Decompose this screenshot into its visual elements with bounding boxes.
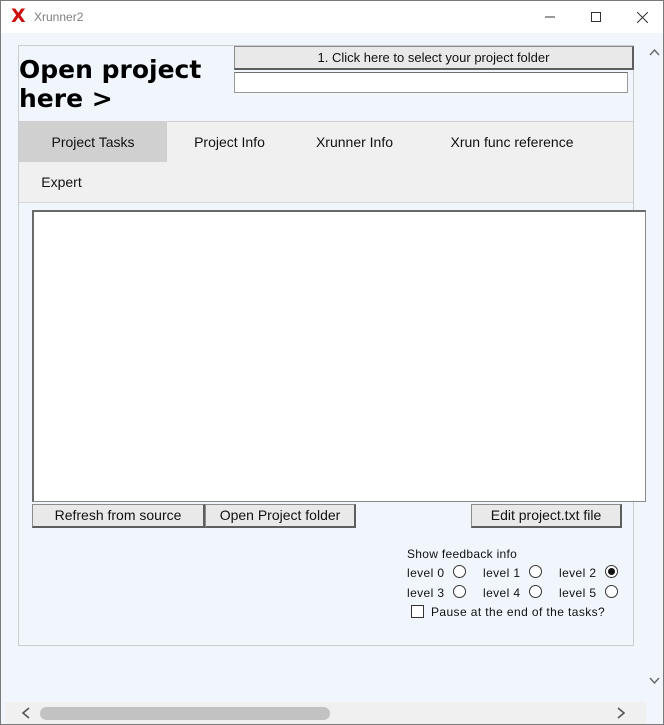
select-project-folder-button[interactable]: 1. Click here to select your project fol…: [234, 46, 634, 70]
xrunner-logo-icon: X: [11, 5, 26, 27]
close-button[interactable]: [619, 1, 664, 33]
pause-at-end-label: Pause at the end of the tasks?: [431, 605, 606, 619]
open-project-folder-button[interactable]: Open Project folder: [205, 504, 356, 528]
tab-bar: Project Tasks Project Info Xrunner Info …: [19, 121, 633, 203]
project-tasks-textarea[interactable]: [32, 210, 646, 502]
level-5-label: level 5: [559, 586, 597, 600]
level-3-label: level 3: [407, 586, 445, 600]
refresh-from-source-button[interactable]: Refresh from source: [32, 504, 205, 528]
client-area: Open project here > 1. Click here to sel…: [5, 33, 646, 702]
tab-project-tasks[interactable]: Project Tasks: [19, 122, 167, 162]
scroll-left-icon[interactable]: [21, 707, 30, 719]
open-project-heading: Open project here >: [19, 55, 202, 113]
level-2-label: level 2: [559, 566, 597, 580]
maximize-icon: [591, 12, 601, 22]
project-folder-path-field[interactable]: [234, 72, 628, 93]
close-icon: [636, 11, 648, 23]
edit-project-file-button[interactable]: Edit project.txt file: [471, 504, 622, 528]
level-0-label: level 0: [407, 566, 445, 580]
scroll-right-icon[interactable]: [617, 707, 626, 719]
app-window: X Xrunner2 Open project here > 1. Click …: [0, 0, 664, 725]
level-3-radio[interactable]: [453, 585, 466, 598]
window-title: Xrunner2: [34, 10, 84, 24]
maximize-button[interactable]: [573, 1, 619, 33]
scroll-up-icon[interactable]: [649, 48, 660, 56]
level-5-radio[interactable]: [605, 585, 618, 598]
pause-at-end-checkbox[interactable]: [411, 605, 424, 618]
tab-project-info[interactable]: Project Info: [167, 122, 292, 162]
level-4-radio[interactable]: [529, 585, 542, 598]
scroll-down-icon[interactable]: [649, 677, 660, 685]
level-2-radio[interactable]: [605, 565, 618, 578]
minimize-button[interactable]: [527, 1, 573, 33]
title-bar[interactable]: X Xrunner2: [1, 1, 663, 33]
minimize-icon: [545, 16, 555, 18]
feedback-info-label: Show feedback info: [407, 547, 518, 561]
horizontal-scroll-thumb[interactable]: [40, 707, 330, 720]
tab-xrun-func-reference[interactable]: Xrun func reference: [417, 122, 607, 162]
level-1-radio[interactable]: [529, 565, 542, 578]
tab-expert[interactable]: Expert: [19, 162, 104, 202]
level-0-radio[interactable]: [453, 565, 466, 578]
horizontal-scrollbar[interactable]: [5, 702, 646, 724]
level-1-label: level 1: [483, 566, 521, 580]
level-4-label: level 4: [483, 586, 521, 600]
vertical-scrollbar[interactable]: [646, 33, 663, 702]
tab-xrunner-info[interactable]: Xrunner Info: [292, 122, 417, 162]
